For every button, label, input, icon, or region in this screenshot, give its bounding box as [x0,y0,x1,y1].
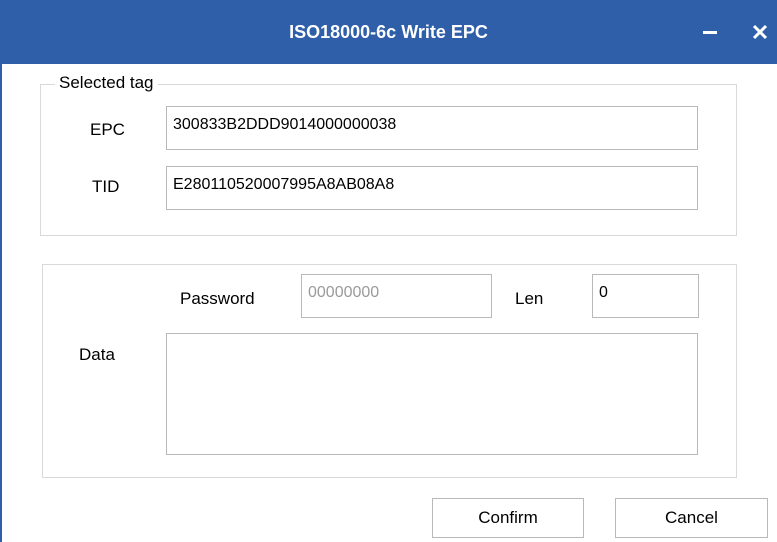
epc-field[interactable]: 300833B2DDD9014000000038 [166,106,698,150]
tid-label: TID [92,177,120,196]
title-bar[interactable]: ISO18000-6c Write EPC [0,0,777,64]
window-border [0,64,2,542]
len-field[interactable]: 0 [592,274,699,318]
write-epc-dialog: ISO18000-6c Write EPC Selected tag EPC 3… [0,0,777,542]
close-icon [752,24,768,40]
data-textarea[interactable] [166,333,698,455]
cancel-button[interactable]: Cancel [615,498,768,538]
password-label: Password [180,289,255,308]
data-label: Data [79,345,115,364]
window-title: ISO18000-6c Write EPC [289,22,488,42]
len-label: Len [515,289,544,308]
password-field[interactable]: 00000000 [301,274,492,318]
epc-label: EPC [90,120,125,139]
selected-tag-legend: Selected tag [55,71,158,95]
tid-field[interactable]: E280110520007995A8AB08A8 [166,166,698,210]
confirm-button[interactable]: Confirm [432,498,584,538]
minimize-button[interactable] [690,12,730,52]
close-button[interactable] [740,12,777,52]
minimize-icon [703,31,717,34]
